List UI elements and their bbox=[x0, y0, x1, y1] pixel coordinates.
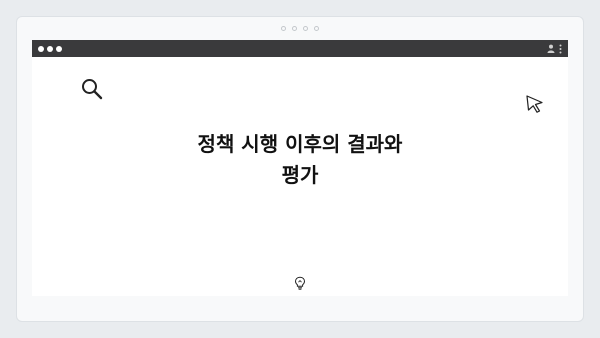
maximize-dot[interactable] bbox=[56, 45, 62, 52]
page-dot[interactable] bbox=[303, 26, 308, 31]
page-dot[interactable] bbox=[281, 26, 286, 31]
titlebar-actions bbox=[547, 44, 562, 54]
window-titlebar bbox=[32, 40, 568, 57]
slide-title-line-2: 평가 bbox=[281, 163, 319, 187]
slide-card: 정책 시행 이후의 결과와 평가 bbox=[17, 17, 583, 321]
more-icon[interactable] bbox=[559, 44, 562, 54]
page-dot[interactable] bbox=[292, 26, 297, 31]
page-dot[interactable] bbox=[314, 26, 319, 31]
search-icon[interactable] bbox=[80, 77, 104, 105]
minimize-dot[interactable] bbox=[47, 45, 53, 52]
close-dot[interactable] bbox=[38, 45, 44, 52]
slide-title: 정책 시행 이후의 결과와 평가 bbox=[32, 129, 568, 191]
lightbulb-icon bbox=[294, 275, 306, 294]
window-controls bbox=[38, 45, 62, 52]
user-icon[interactable] bbox=[547, 44, 555, 53]
page-viewport: 정책 시행 이후의 결과와 평가 bbox=[32, 57, 568, 296]
cursor-icon bbox=[525, 94, 545, 118]
slide-title-line-1: 정책 시행 이후의 결과와 bbox=[197, 132, 403, 156]
pagination-dots bbox=[17, 26, 583, 31]
browser-window: 정책 시행 이후의 결과와 평가 bbox=[32, 40, 568, 296]
